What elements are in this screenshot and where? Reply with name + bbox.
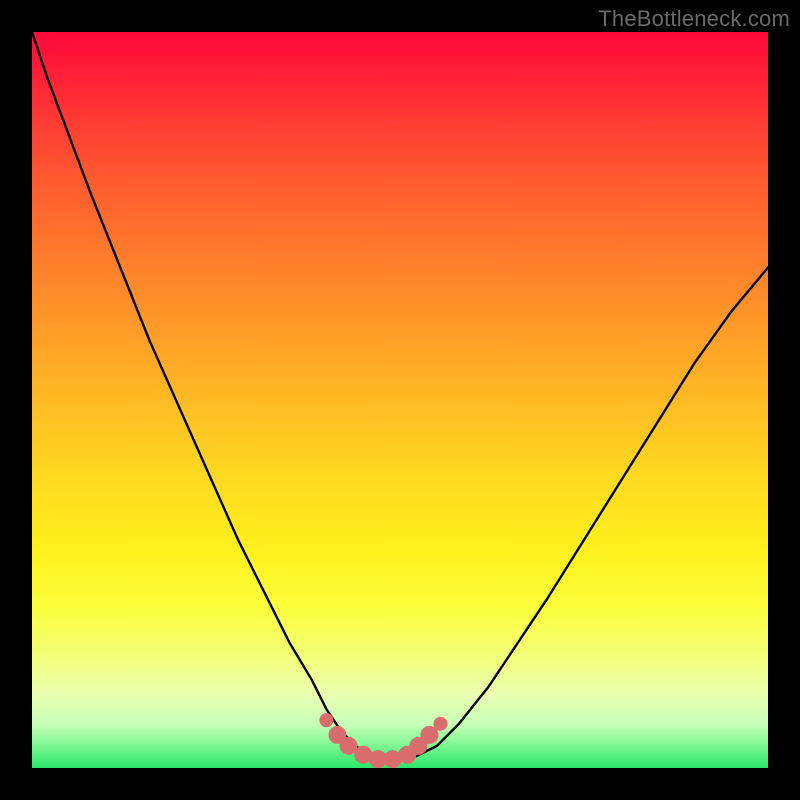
plot-area	[32, 32, 768, 768]
chart-frame: TheBottleneck.com	[0, 0, 800, 800]
marker-dot	[433, 717, 447, 731]
watermark-text: TheBottleneck.com	[598, 6, 790, 32]
curve-layer	[32, 32, 768, 768]
marker-dot	[319, 713, 333, 727]
optimal-markers	[319, 713, 447, 768]
bottleneck-curve	[32, 32, 768, 761]
